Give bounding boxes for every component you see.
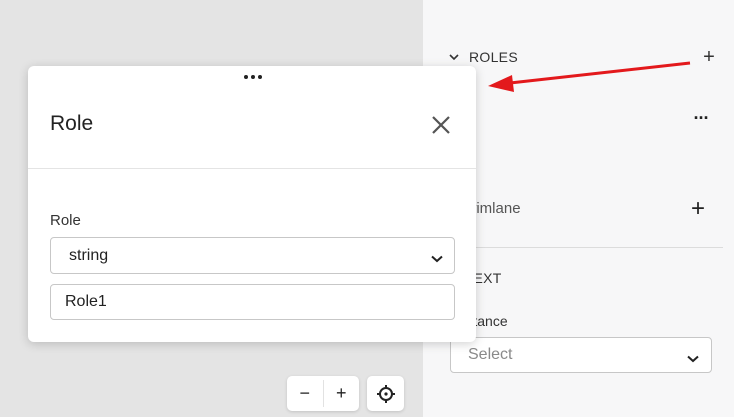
drag-handle-icon[interactable] — [240, 70, 266, 84]
close-icon — [432, 116, 450, 134]
add-role-button[interactable]: + — [698, 46, 720, 68]
role-dialog: Role Role string — [28, 66, 476, 342]
dialog-title: Role — [50, 112, 94, 135]
role-type-select[interactable]: string — [50, 237, 455, 274]
zoom-in-button[interactable]: + — [324, 376, 360, 411]
role-name-input[interactable] — [50, 284, 455, 320]
crosshair-icon — [376, 384, 395, 403]
dialog-divider — [28, 168, 476, 169]
chevron-down-icon — [449, 52, 459, 62]
roles-section-header[interactable]: ROLES — [449, 46, 518, 68]
zoom-out-button[interactable]: − — [287, 376, 323, 411]
chevron-down-icon — [687, 350, 699, 368]
role-item-more-button[interactable]: ··· — [691, 108, 711, 128]
add-swimlane-button[interactable]: + — [686, 195, 710, 222]
instance-select[interactable]: Select — [450, 337, 712, 373]
chevron-down-icon — [431, 250, 443, 268]
role-field-label: Role — [50, 212, 81, 229]
recenter-button[interactable] — [367, 376, 404, 411]
role-type-value: string — [69, 246, 109, 264]
instance-select-placeholder: Select — [468, 346, 513, 363]
zoom-controls: − + — [287, 376, 359, 411]
roles-section-title: ROLES — [469, 49, 518, 65]
close-button[interactable] — [428, 112, 454, 138]
section-divider — [463, 247, 723, 248]
